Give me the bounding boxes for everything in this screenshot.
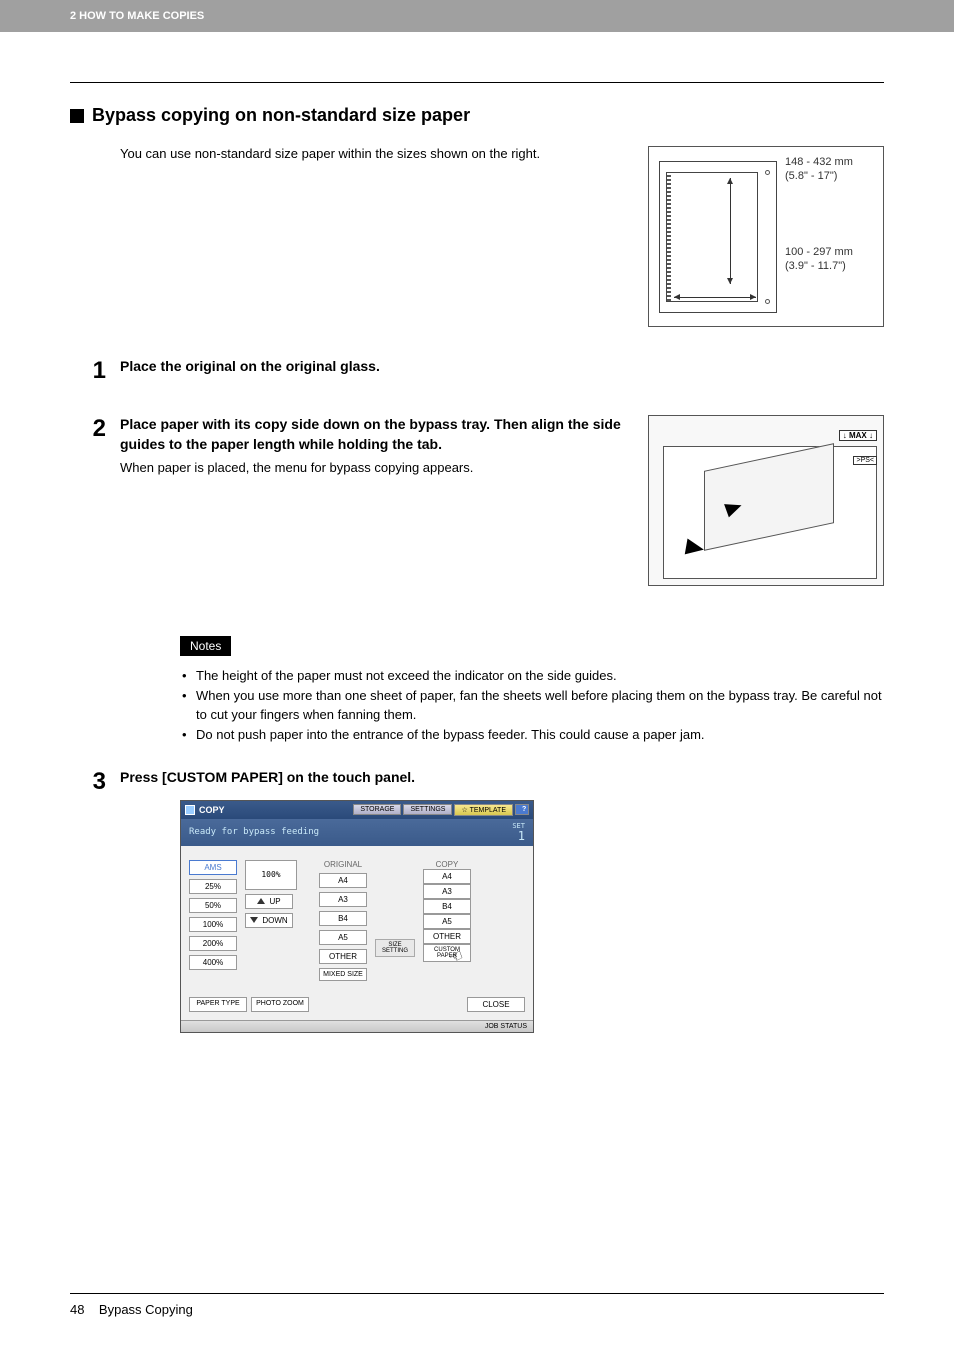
section-title: Bypass copying on non-standard size pape…: [92, 105, 470, 126]
current-zoom: 100%: [245, 860, 297, 890]
square-bullet-icon: [70, 109, 84, 123]
note-item: Do not push paper into the entrance of t…: [180, 725, 884, 745]
size-setting-button[interactable]: SIZE SETTING: [375, 939, 415, 957]
zoom-down-button[interactable]: DOWN: [245, 913, 293, 928]
step-2-number: 2: [70, 415, 106, 443]
step-3-number: 3: [70, 768, 106, 796]
photo-zoom-button[interactable]: PHOTO ZOOM: [251, 997, 309, 1012]
mixed-size-button[interactable]: MIXED SIZE: [319, 968, 367, 981]
notes-list: The height of the paper must not exceed …: [180, 666, 884, 744]
page-number: 48: [70, 1302, 84, 1317]
step-3-title: Press [CUSTOM PAPER] on the touch panel.: [120, 768, 884, 788]
job-status-bar[interactable]: JOB STATUS: [181, 1020, 533, 1032]
max-label: ↓ MAX ↓: [839, 430, 877, 441]
close-button[interactable]: CLOSE: [467, 997, 525, 1012]
original-other-button[interactable]: OTHER: [319, 949, 367, 964]
height-in: (3.9" - 11.7"): [785, 260, 846, 272]
status-text: Ready for bypass feeding: [189, 827, 319, 837]
divider: [70, 82, 884, 83]
width-in: (5.8" - 17"): [785, 170, 837, 182]
bypass-tray-diagram: ↓ MAX ↓ >PS<: [648, 415, 884, 586]
height-mm: 100 - 297 mm: [785, 246, 853, 258]
zoom-400-button[interactable]: 400%: [189, 955, 237, 970]
copy-b4-button[interactable]: B4: [423, 899, 471, 914]
footer-divider: [70, 1293, 884, 1294]
step-2-title: Place paper with its copy side down on t…: [120, 415, 628, 454]
step-2-body: When paper is placed, the menu for bypas…: [120, 460, 628, 475]
chapter-label: 2 HOW TO MAKE COPIES: [70, 10, 204, 22]
copy-a5-button[interactable]: A5: [423, 914, 471, 929]
ams-button[interactable]: AMS: [189, 860, 237, 875]
template-tab[interactable]: ☆ TEMPLATE: [454, 804, 513, 816]
copy-icon: [185, 805, 195, 815]
copy-a4-button[interactable]: A4: [423, 869, 471, 884]
ps-label: >PS<: [853, 456, 877, 465]
chevron-down-icon: [250, 917, 258, 923]
original-a5-button[interactable]: A5: [319, 930, 367, 945]
copy-other-button[interactable]: OTHER: [423, 929, 471, 944]
touch-panel-screenshot: COPY STORAGE SETTINGS ☆ TEMPLATE ? Ready…: [180, 800, 534, 1033]
note-item: When you use more than one sheet of pape…: [180, 686, 884, 725]
mode-label: COPY: [199, 805, 225, 815]
zoom-100-button[interactable]: 100%: [189, 917, 237, 932]
footer-title: Bypass Copying: [99, 1302, 193, 1317]
note-item: The height of the paper must not exceed …: [180, 666, 884, 686]
zoom-200-button[interactable]: 200%: [189, 936, 237, 951]
step-1-title: Place the original on the original glass…: [120, 357, 884, 377]
settings-tab[interactable]: SETTINGS: [403, 804, 452, 815]
footer-text: 48 Bypass Copying: [70, 1302, 884, 1317]
copy-a3-button[interactable]: A3: [423, 884, 471, 899]
original-b4-button[interactable]: B4: [319, 911, 367, 926]
size-diagram: 148 - 432 mm (5.8" - 17") 100 - 297 mm (…: [648, 146, 884, 327]
storage-tab[interactable]: STORAGE: [353, 804, 401, 815]
zoom-up-button[interactable]: UP: [245, 894, 293, 909]
width-mm: 148 - 432 mm: [785, 156, 853, 168]
chevron-up-icon: [257, 898, 265, 904]
intro-text: You can use non-standard size paper with…: [120, 146, 540, 161]
status-bar: Ready for bypass feeding SET1: [181, 819, 533, 846]
original-label: ORIGINAL: [319, 860, 367, 869]
chapter-header: 2 HOW TO MAKE COPIES: [0, 0, 954, 32]
zoom-25-button[interactable]: 25%: [189, 879, 237, 894]
section-heading: Bypass copying on non-standard size pape…: [70, 105, 884, 126]
paper-type-button[interactable]: PAPER TYPE: [189, 997, 247, 1012]
step-1-number: 1: [70, 357, 106, 385]
notes-heading: Notes: [180, 636, 231, 656]
zoom-50-button[interactable]: 50%: [189, 898, 237, 913]
panel-header: COPY STORAGE SETTINGS ☆ TEMPLATE ?: [181, 801, 533, 819]
arrow-icon: [685, 539, 706, 558]
original-a4-button[interactable]: A4: [319, 873, 367, 888]
copy-label: COPY: [423, 860, 471, 869]
help-button[interactable]: ?: [515, 804, 529, 815]
original-a3-button[interactable]: A3: [319, 892, 367, 907]
